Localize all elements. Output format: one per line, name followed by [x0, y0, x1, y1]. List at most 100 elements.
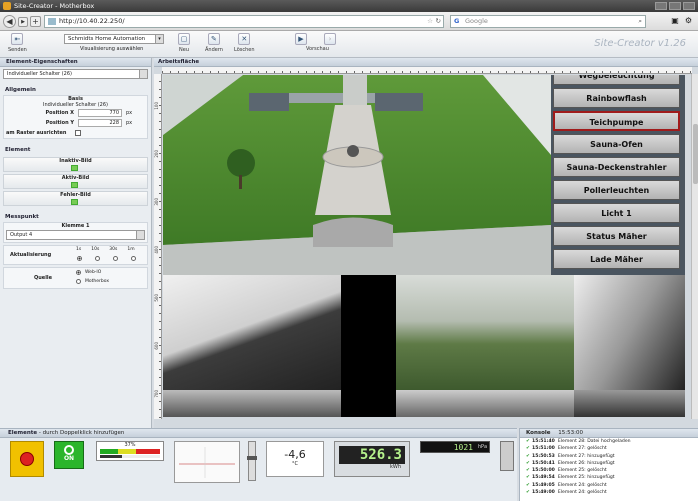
console-row-text: Element 27: hinzugefügt — [557, 453, 615, 459]
control-button[interactable]: Sauna-Ofen — [553, 134, 680, 154]
active-image-field[interactable]: Aktiv-Bild — [3, 174, 148, 189]
console-title: Konsole — [526, 430, 551, 436]
percent-bar-widget[interactable]: 37% — [96, 441, 164, 461]
console-row-time: 15:50:41 — [532, 460, 555, 466]
new-tab-plus-icon[interactable]: + — [30, 16, 41, 27]
maximize-button[interactable] — [669, 2, 681, 10]
bookmark-star-icon[interactable]: ☆ — [427, 16, 433, 27]
control-button[interactable]: Licht 1 — [553, 203, 680, 223]
console-row: ✔ 15:51:40 Element 28: Datei hochgeladen — [520, 438, 698, 445]
search-field[interactable]: G Google ⌕ — [450, 15, 646, 28]
url-field[interactable]: http://10.40.22.250/ ☆ ↻ — [44, 15, 444, 28]
general-section-title: Allgemein — [5, 87, 36, 93]
visualization-select[interactable]: Schmidts Home Automation ▾ — [64, 34, 164, 44]
active-image-label: Aktiv-Bild — [61, 175, 90, 181]
inactive-image-field[interactable]: Inaktiv-Bild — [3, 157, 148, 172]
element-section-title: Element — [5, 147, 31, 153]
send-button[interactable]: ⇤ Senden — [8, 33, 27, 53]
browser-extras: ▣ ⚙ — [671, 16, 692, 25]
delete-button[interactable]: ✕ Löschen — [234, 33, 255, 53]
source-option-motherbox[interactable]: Motherbox — [76, 279, 109, 284]
forward-icon: › — [324, 33, 336, 45]
power-icon — [64, 445, 74, 455]
position-y-input[interactable]: 228 — [78, 119, 122, 127]
edit-button[interactable]: ✎ Ändern — [205, 33, 223, 53]
browser-navbar: ◀ ▶ + http://10.40.22.250/ ☆ ↻ G Google … — [0, 12, 698, 31]
control-button[interactable]: Teichpumpe — [553, 111, 680, 131]
workspace-scrollbar[interactable] — [691, 74, 698, 419]
upload-icon[interactable] — [71, 165, 78, 171]
general-box: Basis Individueller Schalter (26) Positi… — [3, 95, 148, 139]
control-button[interactable]: Rainbowflash — [553, 88, 680, 108]
console-row-time: 15:49:05 — [532, 482, 555, 488]
energy-meter-widget[interactable]: 526.3 kWh — [334, 441, 410, 477]
element-select[interactable]: Individueller Schalter (26) — [3, 69, 148, 79]
brand-watermark: Site-Creator v1.26 — [594, 38, 686, 49]
control-button[interactable]: Lade Mäher — [553, 249, 680, 269]
scrollbar-thumb[interactable] — [693, 124, 698, 184]
new-button[interactable]: ▢ Neu — [178, 33, 190, 53]
update-radio-1s[interactable] — [77, 256, 82, 261]
console-row: ✔ 15:49:54 Element 25: hinzugefügt — [520, 474, 698, 481]
update-option-label: 1m — [127, 247, 135, 252]
search-icon[interactable]: ⌕ — [638, 16, 642, 27]
workspace-canvas[interactable]: Wegbeleuchtung Rainbowflash Teichpumpe Saun… — [163, 75, 685, 417]
temperature-widget[interactable]: -4,6 °C — [266, 441, 324, 477]
monitor-widget[interactable] — [500, 441, 514, 471]
control-button[interactable]: Status Mäher — [553, 226, 680, 246]
chevron-down-icon — [136, 231, 144, 239]
percent-track — [100, 455, 160, 458]
close-button[interactable] — [683, 2, 695, 10]
delete-icon: ✕ — [238, 33, 251, 45]
control-button[interactable]: Wegbeleuchtung — [553, 75, 680, 85]
on-switch-widget[interactable]: ON — [54, 441, 84, 469]
control-button[interactable]: Sauna-Deckenstrahler — [553, 157, 680, 177]
update-option-label: 10s — [91, 247, 100, 252]
app-toolbar: ⇤ Senden Schmidts Home Automation ▾ Visu… — [0, 31, 698, 58]
back-arrow-icon[interactable]: ◀ — [3, 15, 16, 28]
source-box: Quelle Web-IO Motherbox — [3, 267, 148, 289]
settings-gear-icon[interactable]: ⚙ — [685, 16, 692, 25]
console-row-text: Element 24: gelöscht — [557, 482, 607, 488]
disabled-button[interactable]: › — [324, 33, 336, 47]
upload-icon[interactable] — [71, 182, 78, 188]
forward-arrow-icon[interactable]: ▶ — [18, 17, 28, 27]
trend-chart-widget[interactable] — [174, 441, 240, 483]
error-image-field[interactable]: Fehler-Bild — [3, 191, 148, 206]
slider-handle[interactable] — [247, 456, 257, 460]
position-x-input[interactable]: 770 — [78, 109, 122, 117]
ruler-number: 600 — [154, 342, 159, 350]
source-radio-webio[interactable] — [76, 270, 81, 275]
update-radio-1m[interactable] — [131, 256, 136, 261]
position-x-row: Position X 770 px — [4, 108, 147, 118]
visualization-select-value: Schmidts Home Automation — [68, 36, 146, 42]
terminal-label: Klemme 1 — [61, 223, 90, 229]
source-option-label: Motherbox — [85, 279, 110, 284]
update-options: 1s 10s 30s 1m — [76, 247, 135, 252]
window-title: Site-Creator - Motherbox — [14, 2, 95, 10]
update-radio-30s[interactable] — [113, 256, 118, 261]
output-select[interactable]: Output 4 — [6, 230, 145, 240]
play-button[interactable]: ▶ — [295, 33, 307, 47]
reload-icon[interactable]: ↻ — [436, 16, 441, 27]
snap-checkbox[interactable] — [75, 130, 81, 136]
console-panel: Konsole 15:53:00 ✔ 15:51:40 Element 28: Da… — [519, 428, 698, 501]
vertical-slider[interactable] — [247, 441, 257, 481]
console-row-time: 15:51:00 — [532, 446, 555, 452]
energy-unit: kWh — [389, 464, 401, 470]
source-option-webio[interactable]: Web-IO — [76, 270, 101, 275]
upload-icon[interactable] — [71, 199, 78, 205]
source-radio-motherbox[interactable] — [76, 279, 81, 284]
update-radio-10s[interactable] — [95, 256, 100, 261]
workspace-header: Arbeitsfläche — [154, 58, 698, 67]
emergency-switch-widget[interactable] — [10, 441, 44, 477]
console-row-text: Element 25: gelöscht — [557, 468, 607, 474]
window-titlebar: Site-Creator - Motherbox — [0, 0, 698, 12]
pressure-widget[interactable]: 1021 hPa — [420, 441, 490, 453]
page-menu-icon[interactable]: ▣ — [671, 16, 679, 25]
app-logo-icon — [3, 2, 11, 10]
control-button[interactable]: Pollerleuchten — [553, 180, 680, 200]
camera-feed-3 — [574, 275, 685, 390]
minimize-button[interactable] — [655, 2, 667, 10]
position-y-row: Position Y 228 px — [4, 118, 147, 128]
